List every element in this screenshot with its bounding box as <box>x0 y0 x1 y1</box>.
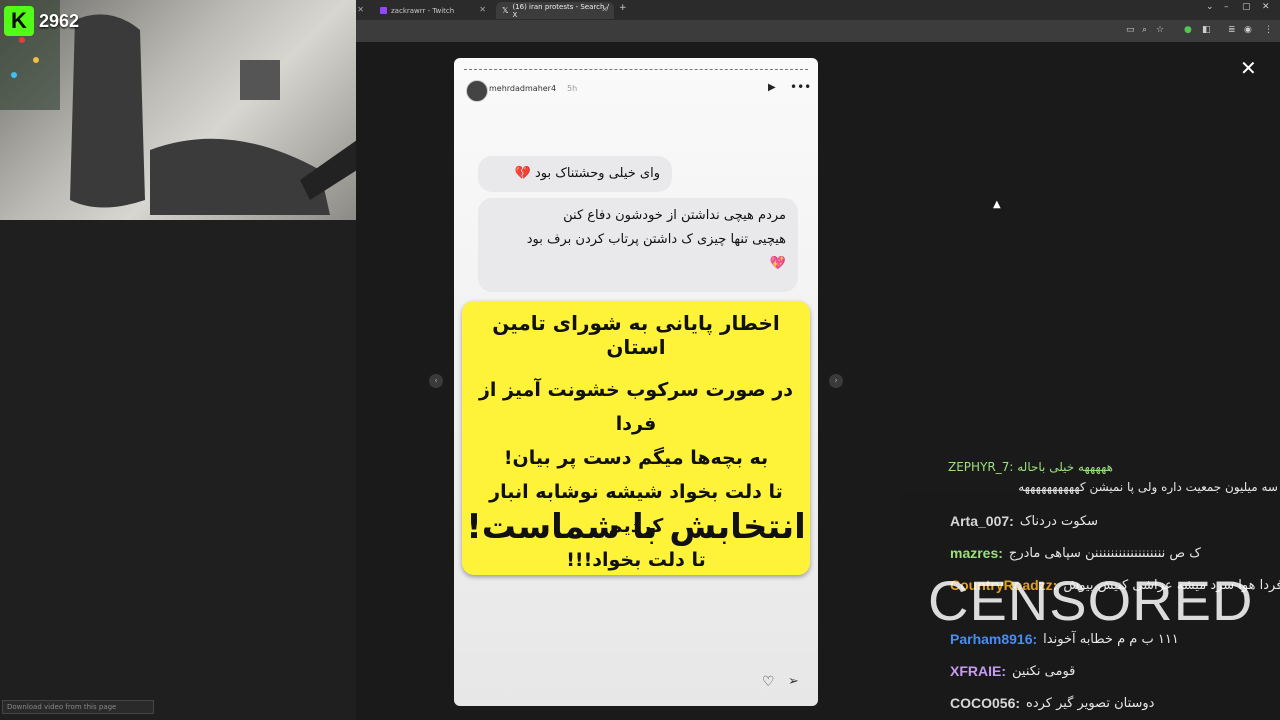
extensions-puzzle-icon[interactable]: ◧ <box>1202 25 1211 35</box>
notice-line: تا دلت بخواد!!! <box>566 549 706 571</box>
streamer-webcam: K 2962 <box>0 0 357 220</box>
chat-message: mazres: ک ص ننننننننننننننننننن سپاهی ما… <box>950 540 1276 566</box>
extension-icon[interactable]: ● <box>1184 25 1192 35</box>
avatar[interactable] <box>466 80 488 102</box>
notice-heading: اخطار پایانی به شورای تامین استان <box>492 311 780 359</box>
bookmark-star-icon[interactable]: ☆ <box>1156 25 1164 35</box>
reading-list-icon[interactable]: ≣ <box>1228 25 1236 35</box>
zoom-icon[interactable]: ⌕ <box>1142 25 1147 35</box>
tab-twitch[interactable]: zackrawrr - Twitch ✕ <box>374 2 492 19</box>
chat-message: سه میلیون جمعیت داره ولی پا نمیشن کههههه… <box>1018 480 1278 494</box>
browser-toolbar: ▭ ⌕ ☆ ● ◧ ≣ ◉ ⋮ <box>356 20 1280 42</box>
bubble-line: هیچیی تنها چیزی ک داشتن پرتاب کردن برف ب… <box>526 232 786 247</box>
story-username[interactable]: mehrdadmaher4 <box>489 84 556 93</box>
chat-message-partial: ZEPHYR_7: هههههه خیلی باحاله <box>948 460 1113 474</box>
menu-dots-icon[interactable]: ⋮ <box>1264 25 1273 35</box>
notice-line: در صورت سرکوب خشونت آمیز از فردا <box>478 379 794 435</box>
chat-bubble: وای خیلی وحشتناک بود 💔 <box>478 156 672 192</box>
profile-avatar-icon[interactable]: ◉ <box>1244 25 1252 35</box>
chat-text: ک ص ننننننننننننننننننن سپاهی مادرج <box>1008 545 1201 561</box>
previous-story-button[interactable]: ‹ <box>429 374 443 388</box>
minimize-button[interactable]: – <box>1224 2 1229 12</box>
download-video-bar[interactable]: Download video from this page <box>2 700 154 714</box>
twitch-icon <box>380 7 387 14</box>
tab-partial[interactable]: ✕ <box>356 2 370 19</box>
chat-bubble: مردم هیچی نداشتن از خودشون دفاع کنن هیچی… <box>478 198 798 292</box>
chat-text: سکوت دردناک <box>1019 513 1099 529</box>
play-icon[interactable]: ▶ <box>768 82 776 93</box>
kick-viewer-counter: K 2962 <box>4 6 79 36</box>
x-logo-icon: 𝕏 <box>502 6 509 15</box>
like-heart-icon[interactable]: ♡ <box>762 674 775 690</box>
chat-username: COCO056: <box>950 695 1021 711</box>
censored-overlay: CENSORED <box>928 569 1254 632</box>
tab-label: zackrawrr - Twitch <box>391 6 455 15</box>
next-story-button[interactable]: › <box>829 374 843 388</box>
bubble-line: مردم هیچی نداشتن از خودشون دفاع کنن <box>563 208 786 223</box>
chat-username: Parham8916: <box>950 631 1038 647</box>
viewer-count: 2962 <box>39 10 80 31</box>
story-progress-bar <box>464 69 808 71</box>
chat-text: ۱۱۱ ب م م خطابه آخوندا <box>1043 631 1179 647</box>
close-tab-icon[interactable]: ✕ <box>479 5 486 14</box>
bubble-line: 💖 <box>769 256 786 271</box>
notice-line: به بچه‌ها میگم دست پر بیان! <box>503 447 769 469</box>
chat-message: Arta_007: سکوت دردناک <box>950 508 1276 534</box>
kick-logo-icon: K <box>4 6 34 36</box>
chat-username: XFRAIE: <box>950 663 1006 679</box>
new-tab-button[interactable]: + <box>619 3 627 13</box>
close-tab-icon[interactable]: ✕ <box>357 5 364 14</box>
chat-text: دوستان تصویر گیر کرده <box>1026 695 1155 711</box>
chat-message: COCO056: دوستان تصویر گیر کرده <box>950 690 1276 716</box>
close-tab-icon[interactable]: ✕ <box>601 5 608 14</box>
mouse-cursor-icon: ▲ <box>993 199 1001 210</box>
chat-text: قومی نکنین <box>1012 663 1076 679</box>
chat-username: mazres: <box>950 545 1003 561</box>
close-window-button[interactable]: ✕ <box>1262 2 1270 12</box>
tab-search-icon[interactable]: ⌄ <box>1206 2 1214 12</box>
notice-conclusion: انتخابش با شماست! <box>466 507 806 547</box>
story-time: 5h <box>567 84 578 93</box>
tab-x-search[interactable]: 𝕏 (16) iran protests - Search / X ✕ <box>496 2 614 19</box>
more-options-icon[interactable]: ••• <box>790 80 811 94</box>
share-send-icon[interactable]: ➢ <box>788 674 799 689</box>
browser-tab-bar: ✕ zackrawrr - Twitch ✕ 𝕏 (16) iran prote… <box>356 0 1280 20</box>
chat-username: Arta_007: <box>950 513 1014 529</box>
tab-label: (16) iran protests - Search / X <box>512 2 609 19</box>
yellow-notice-card: اخطار پایانی به شورای تامین استان در صور… <box>462 301 810 575</box>
close-story-icon[interactable]: ✕ <box>1240 56 1257 80</box>
instagram-story: mehrdadmaher4 5h ▶ ••• وای خیلی وحشتناک … <box>454 58 818 706</box>
install-app-icon[interactable]: ▭ <box>1126 25 1135 35</box>
chat-message: XFRAIE: قومی نکنین <box>950 658 1276 684</box>
maximize-button[interactable]: ▢ <box>1242 2 1251 12</box>
